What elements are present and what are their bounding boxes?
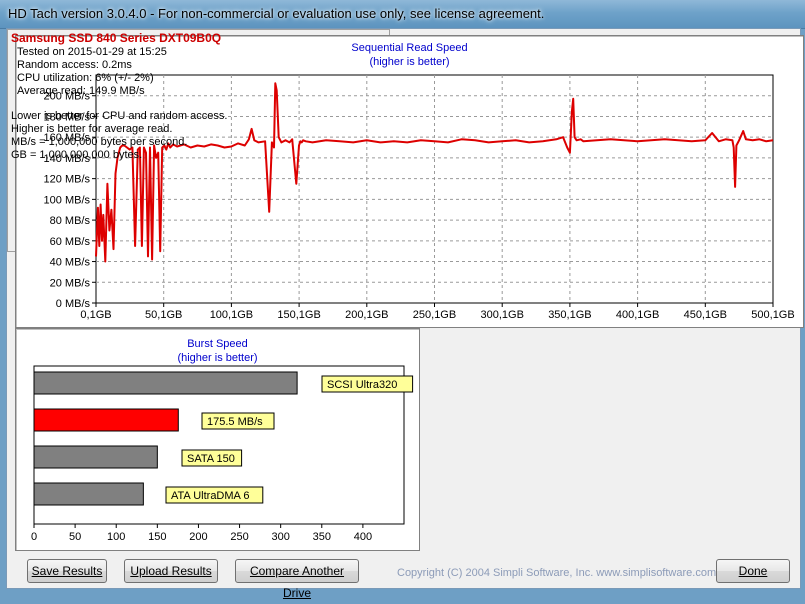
- done-button[interactable]: Done: [716, 559, 790, 583]
- save-results-label: Save Results: [31, 564, 103, 578]
- title-bar[interactable]: HD Tach version 3.0.4.0 - For non-commer…: [0, 0, 805, 29]
- burst-x-tick-label: 300: [271, 531, 289, 543]
- y-tick-label: 20 MB/s: [50, 277, 91, 289]
- burst-x-tick-label: 400: [354, 531, 372, 543]
- burst-x-tick-label: 0: [31, 531, 37, 543]
- x-tick-label: 250,1GB: [413, 309, 456, 321]
- x-tick-label: 50,1GB: [145, 309, 182, 321]
- burst-speed-chart: 0 50 100 150 200 250 300 350 400 SCSI Ultra320 175…: [31, 365, 414, 543]
- burst-bar-label: SATA 150: [187, 453, 235, 465]
- compare-another-drive-button[interactable]: Compare Another Drive: [235, 559, 359, 600]
- burst-bar: [33, 445, 158, 469]
- average-read-text: Average read: 149.9 MB/s: [17, 85, 145, 97]
- upload-results-label: Upload Results: [130, 564, 212, 578]
- upload-results-button[interactable]: Upload Results: [124, 559, 218, 583]
- burst-bar: [33, 371, 298, 395]
- burst-x-tick-label: 350: [313, 531, 331, 543]
- burst-bar-label: ATA UltraDMA 6: [171, 490, 249, 502]
- window-title: HD Tach version 3.0.4.0 - For non-commer…: [8, 6, 545, 21]
- burst-x-tick-label: 250: [230, 531, 248, 543]
- burst-bar-label: SCSI Ultra320: [327, 379, 397, 391]
- x-tick-label: 450,1GB: [684, 309, 727, 321]
- random-access-text: Random access: 0.2ms: [17, 59, 132, 71]
- note-mbs-definition: MB/s = 1,000,000 bytes per second.: [11, 136, 188, 148]
- burst-x-tick-label: 50: [69, 531, 81, 543]
- x-tick-label: 300,1GB: [480, 309, 523, 321]
- x-tick-label: 350,1GB: [548, 309, 591, 321]
- y-tick-label: 60 MB/s: [50, 236, 91, 248]
- burst-bar-label: 175.5 MB/s: [207, 416, 263, 428]
- x-tick-label: 0,1GB: [80, 309, 111, 321]
- y-tick-label: 100 MB/s: [44, 194, 91, 206]
- tested-on-text: Tested on 2015-01-29 at 15:25: [17, 46, 167, 58]
- note-average-read: Higher is better for average read.: [11, 123, 173, 135]
- burst-x-tick-label: 200: [189, 531, 207, 543]
- y-tick-label: 0 MB/s: [56, 298, 91, 310]
- x-tick-label: 500,1GB: [751, 309, 794, 321]
- main-window: Sequential Read Speed (higher is better)…: [6, 28, 804, 600]
- x-tick-label: 400,1GB: [616, 309, 659, 321]
- x-tick-label: 100,1GB: [210, 309, 253, 321]
- x-tick-label: 150,1GB: [277, 309, 320, 321]
- save-results-button[interactable]: Save Results: [27, 559, 107, 583]
- y-tick-label: 40 MB/s: [50, 257, 91, 269]
- y-tick-label: 120 MB/s: [44, 174, 91, 186]
- burst-bar: [33, 408, 179, 432]
- note-cpu: Lower is better for CPU and random acces…: [11, 110, 228, 122]
- y-tick-label: 80 MB/s: [50, 215, 91, 227]
- burst-x-tick-label: 100: [107, 531, 125, 543]
- burst-x-tick-label: 150: [148, 531, 166, 543]
- note-gb-definition: GB = 1,000,000,000 bytes.: [11, 149, 143, 161]
- copyright-text: Copyright (C) 2004 Simpli Software, Inc.…: [397, 567, 717, 579]
- drive-name: Samsung SSD 840 Series DXT09B0Q: [11, 31, 222, 45]
- cpu-utilization-text: CPU utilization: 6% (+/- 2%): [17, 72, 154, 84]
- burst-speed-panel: Burst Speed (higher is better) 0 50 100 150…: [15, 328, 420, 551]
- burst-bar: [33, 482, 144, 506]
- done-label: Done: [738, 564, 768, 578]
- x-tick-label: 200,1GB: [345, 309, 388, 321]
- compare-another-drive-label: Compare Another Drive: [249, 564, 345, 600]
